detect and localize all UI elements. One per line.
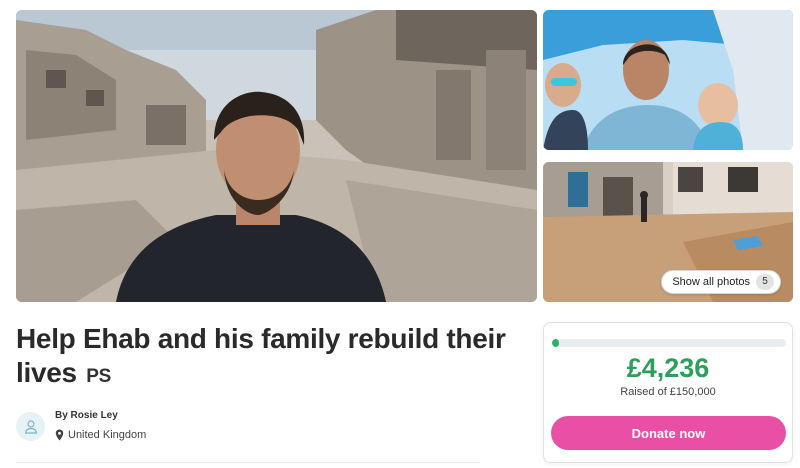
user-icon	[24, 419, 37, 434]
donation-card: £4,236 Raised of £150,000 Donate now	[543, 322, 793, 463]
organizer-location: United Kingdom	[55, 429, 146, 441]
progress-bar	[552, 339, 786, 347]
organizer-name[interactable]: By Rosie Ley	[55, 410, 146, 421]
divider	[16, 462, 480, 463]
photo-count-badge: 5	[756, 274, 774, 290]
avatar[interactable]	[16, 412, 45, 441]
gallery-thumbnail-1[interactable]	[543, 10, 793, 150]
hero-photo[interactable]	[16, 10, 537, 302]
donate-now-button[interactable]: Donate now	[551, 416, 786, 450]
hero-image	[16, 10, 537, 302]
organizer-details: By Rosie Ley United Kingdom	[55, 410, 146, 441]
goal-text: Raised of £150,000	[620, 386, 716, 398]
organizer-location-text: United Kingdom	[68, 429, 147, 441]
country-tag: PS	[86, 366, 112, 387]
family-photo-image	[543, 10, 793, 150]
show-all-photos-label: Show all photos	[672, 276, 750, 288]
progress-bar-fill	[552, 339, 560, 347]
show-all-photos-button[interactable]: Show all photos 5	[661, 270, 781, 294]
gallery-thumbnail-2[interactable]: Show all photos 5	[543, 162, 793, 302]
organizer-info: By Rosie Ley United Kingdom	[16, 410, 146, 441]
location-pin-icon	[55, 429, 64, 441]
campaign-title: Help Ehab and his family rebuild their l…	[16, 322, 516, 394]
amount-raised: £4,236	[626, 353, 710, 383]
